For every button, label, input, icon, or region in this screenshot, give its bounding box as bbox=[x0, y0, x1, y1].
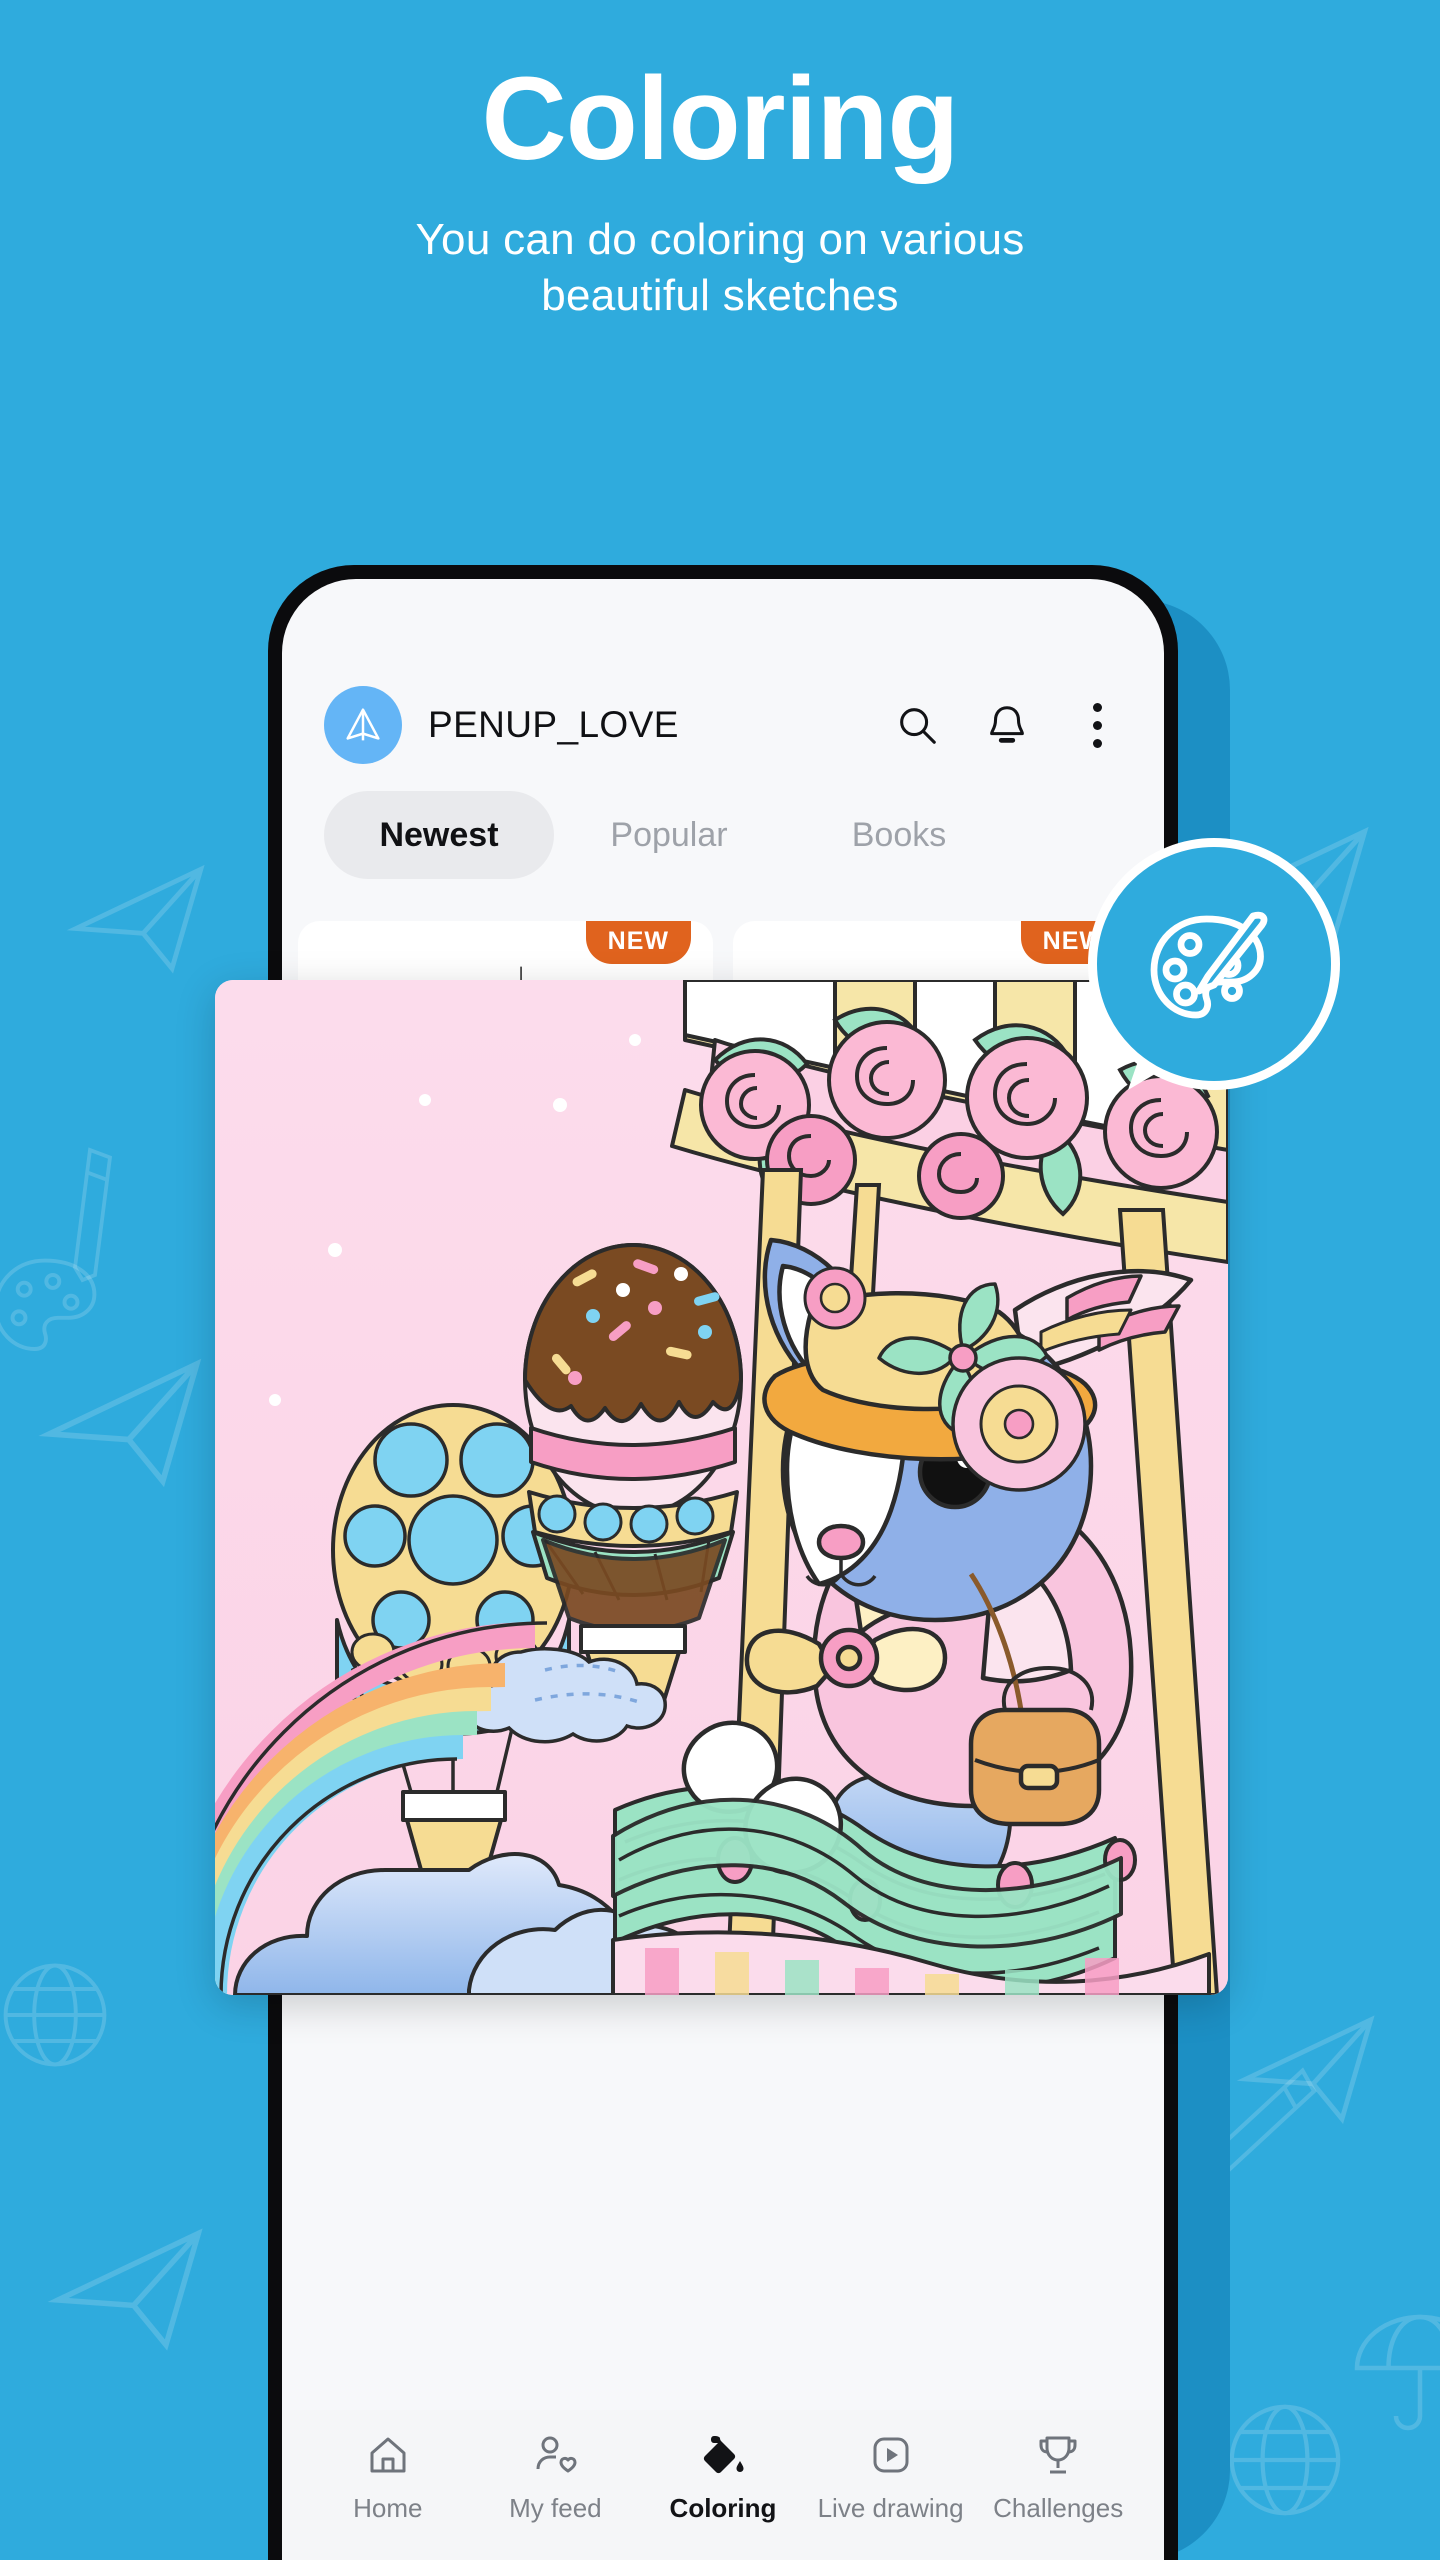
paper-plane-icon bbox=[38, 1358, 202, 1488]
bell-icon[interactable] bbox=[982, 700, 1032, 750]
coloring-feature-badge bbox=[1088, 838, 1340, 1090]
avatar[interactable] bbox=[324, 686, 402, 764]
tab-bar: Newest Popular Books bbox=[282, 787, 1164, 883]
pencil-icon bbox=[73, 1147, 113, 1283]
paper-plane-icon bbox=[47, 2228, 203, 2351]
paper-plane-icon bbox=[66, 864, 205, 974]
nav-label: My feed bbox=[509, 2492, 602, 2523]
app-header: PENUP_LOVE bbox=[282, 579, 1164, 779]
palette-brush-icon bbox=[1150, 911, 1268, 1019]
paint-bucket-icon bbox=[703, 2435, 744, 2473]
nav-label: Home bbox=[353, 2492, 423, 2523]
bubble-circle bbox=[1088, 838, 1340, 1090]
subtitle-line-1: You can do coloring on various bbox=[415, 214, 1025, 264]
nav-item-my-feed[interactable]: My feed bbox=[480, 2431, 630, 2524]
header-actions bbox=[892, 700, 1122, 750]
play-square-icon bbox=[873, 2437, 909, 2472]
kebab-menu-icon[interactable] bbox=[1072, 700, 1122, 750]
featured-artwork-card[interactable] bbox=[215, 980, 1228, 1995]
home-icon bbox=[370, 2437, 406, 2472]
hero-section: Coloring You can do coloring on various … bbox=[0, 0, 1440, 325]
nav-item-coloring[interactable]: Coloring bbox=[648, 2431, 798, 2524]
colored-carousel-rabbit-artwork bbox=[215, 980, 1228, 1995]
globe-icon bbox=[1229, 2404, 1341, 2516]
umbrella-icon bbox=[1354, 2314, 1440, 2431]
user-name: PENUP_LOVE bbox=[428, 704, 679, 745]
nav-item-live-drawing[interactable]: Live drawing bbox=[816, 2431, 966, 2524]
nav-item-challenges[interactable]: Challenges bbox=[983, 2431, 1133, 2524]
nav-item-home[interactable]: Home bbox=[313, 2431, 463, 2524]
paper-plane-icon bbox=[1236, 2015, 1375, 2125]
bottom-navigation: Home My feed Coloring Live drawing Chall… bbox=[282, 2410, 1164, 2560]
trophy-icon bbox=[1039, 2436, 1077, 2473]
tab-popular[interactable]: Popular bbox=[554, 791, 784, 879]
globe-icon bbox=[3, 1963, 107, 2067]
penup-logo-icon bbox=[346, 708, 380, 741]
tab-books[interactable]: Books bbox=[784, 791, 1014, 879]
subtitle-line-2: beautiful sketches bbox=[541, 271, 899, 321]
person-heart-icon bbox=[536, 2436, 577, 2472]
paint-palette-icon bbox=[0, 1258, 97, 1351]
page-title: Coloring bbox=[481, 53, 959, 185]
search-icon[interactable] bbox=[892, 700, 942, 750]
nav-label: Coloring bbox=[669, 2492, 777, 2523]
nav-label: Live drawing bbox=[817, 2492, 964, 2523]
tab-newest[interactable]: Newest bbox=[324, 791, 554, 879]
nav-label: Challenges bbox=[993, 2492, 1124, 2523]
page-subtitle: You can do coloring on various beautiful… bbox=[0, 212, 1440, 325]
status-badge: NEW bbox=[585, 921, 691, 964]
